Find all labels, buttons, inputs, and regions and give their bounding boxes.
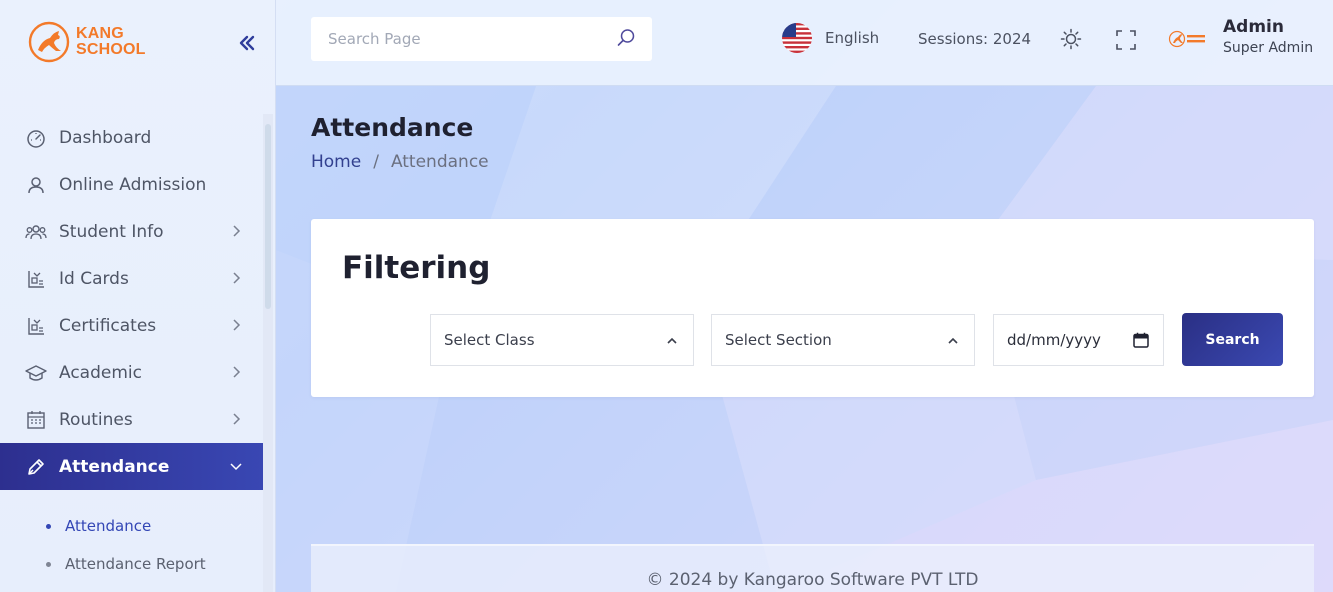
sidebar-scrollbar-thumb[interactable] <box>265 124 271 309</box>
date-input-value: dd/mm/yyyy <box>1007 331 1101 349</box>
sidebar-item-online-admission[interactable]: Online Admission <box>0 161 263 208</box>
date-input[interactable]: dd/mm/yyyy <box>993 314 1164 366</box>
bullet-dot-icon <box>46 523 51 529</box>
sidebar-item-dashboard[interactable]: Dashboard <box>0 114 263 161</box>
search-button[interactable]: Search <box>1182 313 1283 366</box>
sidebar-item-student-info[interactable]: Student Info <box>0 208 263 255</box>
chevron-up-icon <box>948 337 958 344</box>
class-select-value: Select Class <box>444 331 535 349</box>
bullet-dot-icon <box>46 561 51 567</box>
breadcrumb-current: Attendance <box>390 152 489 172</box>
graduation-cap-icon <box>25 362 47 384</box>
footer-copyright: © 2024 by Kangaroo Software PVT LTD <box>646 570 979 590</box>
sidebar-nav: Dashboard Online Admission Student Info … <box>0 114 263 490</box>
brand-line-2: SCHOOL <box>76 41 146 58</box>
sidebar-item-label: Certificates <box>59 315 157 336</box>
sidebar-item-label: Dashboard <box>59 127 152 148</box>
calendar-icon <box>25 409 47 431</box>
chevron-right-icon <box>233 225 241 237</box>
sun-icon[interactable] <box>1060 28 1082 50</box>
user-profile[interactable]: Admin Super Admin <box>1223 17 1313 56</box>
sidebar-item-label: Academic <box>59 362 142 383</box>
language-selector[interactable]: English <box>782 22 879 54</box>
avatar[interactable] <box>1168 29 1208 49</box>
section-select-value: Select Section <box>725 331 832 349</box>
submenu-item-attendance[interactable]: Attendance <box>0 507 263 545</box>
submenu-item-attendance-report[interactable]: Attendance Report <box>0 545 263 583</box>
sidebar-item-label: Id Cards <box>59 268 129 289</box>
kangaroo-logo-icon <box>28 21 70 63</box>
us-flag-icon <box>782 23 812 53</box>
chevron-down-icon <box>230 463 242 471</box>
brand-line-1: KANG <box>76 25 124 42</box>
pen-icon <box>25 456 47 478</box>
sidebar-collapse-button[interactable] <box>236 30 258 56</box>
breadcrumb-home-link[interactable]: Home <box>311 152 361 172</box>
user-role: Super Admin <box>1223 40 1314 56</box>
attendance-submenu: Attendance Attendance Report <box>0 507 263 583</box>
users-group-icon <box>25 221 47 243</box>
sidebar-item-attendance[interactable]: Attendance <box>0 443 263 490</box>
user-icon <box>25 174 47 196</box>
filter-card: Filtering Select Class Select Section dd… <box>311 219 1314 397</box>
sidebar-item-label: Routines <box>59 409 133 430</box>
chevron-right-icon <box>233 319 241 331</box>
fullscreen-icon[interactable] <box>1115 29 1137 51</box>
id-card-icon <box>25 268 47 290</box>
speedometer-icon <box>25 127 47 149</box>
search-input[interactable] <box>328 19 618 59</box>
sidebar-item-routines[interactable]: Routines <box>0 396 263 443</box>
sidebar-item-label: Attendance <box>59 456 170 477</box>
topbar: English Sessions: 2024 Admin Super Admin <box>276 0 1333 86</box>
certificate-icon <box>25 315 47 337</box>
brand-logo[interactable]: KANG SCHOOL <box>28 16 146 68</box>
sidebar-item-label: Student Info <box>59 221 164 242</box>
sidebar: KANG SCHOOL Dashboard Online Admission S <box>0 0 276 592</box>
language-label: English <box>825 29 880 47</box>
user-name: Admin <box>1223 17 1284 37</box>
sidebar-item-label: Online Admission <box>59 174 207 195</box>
search-box <box>311 17 652 61</box>
submenu-item-label: Attendance <box>65 517 152 535</box>
session-label[interactable]: Sessions: 2024 <box>918 30 1031 48</box>
section-select[interactable]: Select Section <box>711 314 975 366</box>
double-chevron-left-icon <box>239 35 255 51</box>
class-select[interactable]: Select Class <box>430 314 694 366</box>
chevron-right-icon <box>233 272 241 284</box>
sidebar-item-id-cards[interactable]: Id Cards <box>0 255 263 302</box>
sidebar-item-certificates[interactable]: Certificates <box>0 302 263 349</box>
footer: © 2024 by Kangaroo Software PVT LTD <box>311 544 1314 592</box>
calendar-picker-icon[interactable] <box>1133 332 1149 348</box>
breadcrumb-separator: / <box>373 152 379 172</box>
sidebar-item-academic[interactable]: Academic <box>0 349 263 396</box>
submenu-item-label: Attendance Report <box>65 555 206 573</box>
breadcrumb: Home / Attendance <box>311 152 489 172</box>
chevron-right-icon <box>233 366 241 378</box>
search-icon[interactable] <box>616 28 636 48</box>
chevron-up-icon <box>667 337 677 344</box>
filter-card-title: Filtering <box>342 250 491 286</box>
page-title: Attendance <box>311 113 474 142</box>
chevron-right-icon <box>233 413 241 425</box>
